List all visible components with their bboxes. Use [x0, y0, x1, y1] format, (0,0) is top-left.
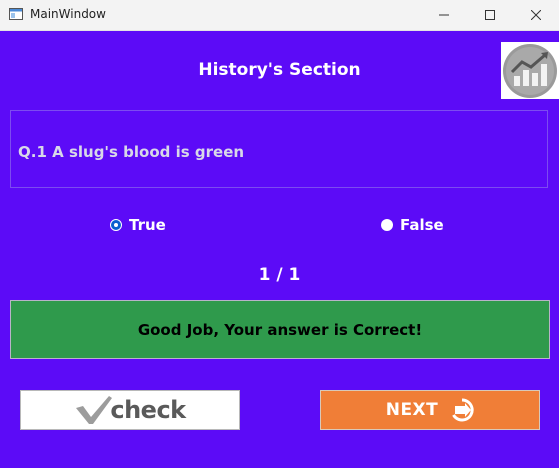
question-progress: 1 / 1 [258, 265, 301, 285]
question-text: Q.1 A slug's blood is green [18, 143, 245, 161]
option-true-label: True [129, 216, 166, 234]
next-label: NEXT [385, 400, 439, 420]
minimize-button[interactable] [421, 0, 467, 30]
result-banner: Good Job, Your answer is Correct! [10, 300, 550, 359]
checkmark-icon [76, 396, 113, 424]
main-window: MainWindow History's Section Q.1 A slug'… [0, 0, 559, 468]
window-title: MainWindow [30, 7, 106, 21]
next-button[interactable]: NEXT [320, 390, 540, 430]
app-window-icon [9, 8, 23, 20]
logo [501, 42, 559, 99]
section-title: History's Section [198, 60, 361, 80]
arrow-right-icon [452, 398, 474, 422]
radio-checked-icon[interactable] [110, 219, 122, 231]
check-button[interactable]: check [20, 390, 240, 430]
title-bar: MainWindow [0, 0, 559, 31]
option-false-radio[interactable]: False [381, 216, 444, 234]
maximize-button[interactable] [467, 0, 513, 30]
check-label: check [110, 396, 186, 424]
option-false-label: False [400, 216, 444, 234]
close-icon [531, 10, 541, 20]
minimize-icon [439, 14, 449, 16]
radio-unchecked-icon[interactable] [381, 219, 393, 231]
question-box: Q.1 A slug's blood is green [10, 110, 548, 188]
result-message: Good Job, Your answer is Correct! [137, 320, 423, 339]
maximize-icon [485, 10, 495, 20]
chart-growth-icon [503, 44, 557, 98]
option-true-radio[interactable]: True [110, 216, 166, 234]
close-button[interactable] [513, 0, 559, 30]
